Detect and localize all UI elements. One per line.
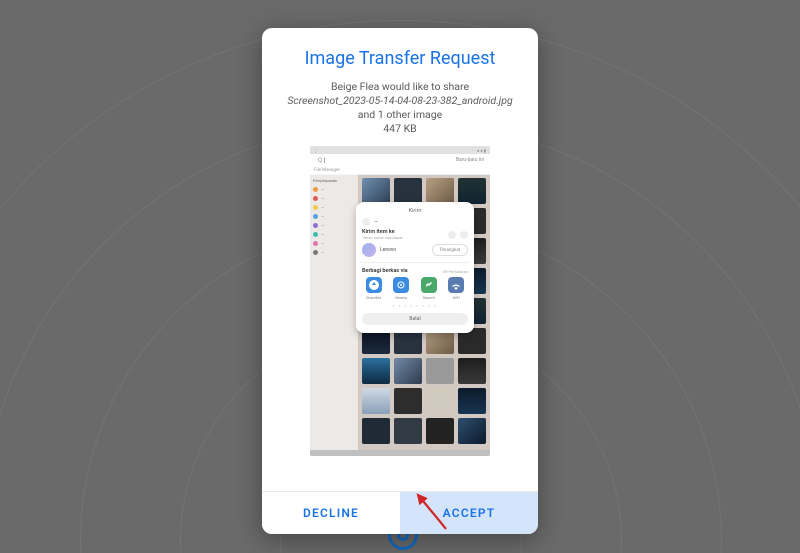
file-name: Screenshot_2023-05-14-04-08-23-382_andro… — [287, 94, 512, 107]
preview-share-sheet: Kirim — Kirim item ke Tekan untuk mendap… — [356, 202, 474, 333]
xr-setting: XR Pertukaran — [443, 269, 468, 274]
dialog-subtitle: Beige Flea would like to share Screensho… — [287, 80, 512, 137]
would-share-text: would like to share — [379, 80, 469, 93]
share-sub: Tekan untuk mendapat — [362, 235, 444, 240]
preview-breadcrumb: Baru-baru ini — [325, 157, 484, 163]
transfer-size: 447 KB — [383, 122, 416, 135]
preview-statusbar: ⋮● ● ▮ — [310, 146, 490, 154]
share-title: Kirim — [362, 208, 468, 214]
transfer-request-dialog: Image Transfer Request Beige Flea would … — [262, 28, 538, 534]
more-files-text: and 1 other image — [358, 108, 442, 121]
device-pill: Perangkat — [432, 244, 468, 256]
search-icon: Q — [316, 157, 324, 164]
gear-icon — [448, 231, 456, 239]
dialog-body: Image Transfer Request Beige Flea would … — [262, 28, 538, 491]
preview-navbar — [310, 450, 490, 456]
background: Image Transfer Request Beige Flea would … — [0, 0, 800, 553]
dialog-title: Image Transfer Request — [280, 48, 520, 70]
preview-app-bar: Q | Baru-baru ini — [310, 154, 490, 166]
refresh-icon — [460, 231, 468, 239]
dialog-buttons: DECLINE ACCEPT — [262, 491, 538, 534]
share-via-label: Berbagi berkas via — [362, 268, 439, 274]
accept-button[interactable]: ACCEPT — [400, 492, 538, 534]
image-preview: ⋮● ● ▮ Q | Baru-baru ini File Manager Pe… — [310, 146, 490, 456]
preview-sidebar: Penyimpanan — — — — — — — — — [310, 174, 358, 450]
preview-app-title: File Manager — [310, 166, 344, 174]
pager-dots: • • • • • • • • — [362, 304, 468, 310]
share-apps-grid: ShareMe Nearby ShareIt WiFi — [362, 277, 468, 300]
avatar — [362, 243, 376, 257]
sender-name: Beige Flea — [331, 80, 379, 93]
decline-button[interactable]: DECLINE — [262, 492, 400, 534]
share-back-button: Batal — [362, 313, 468, 325]
share-target: Lenovo — [380, 247, 428, 253]
